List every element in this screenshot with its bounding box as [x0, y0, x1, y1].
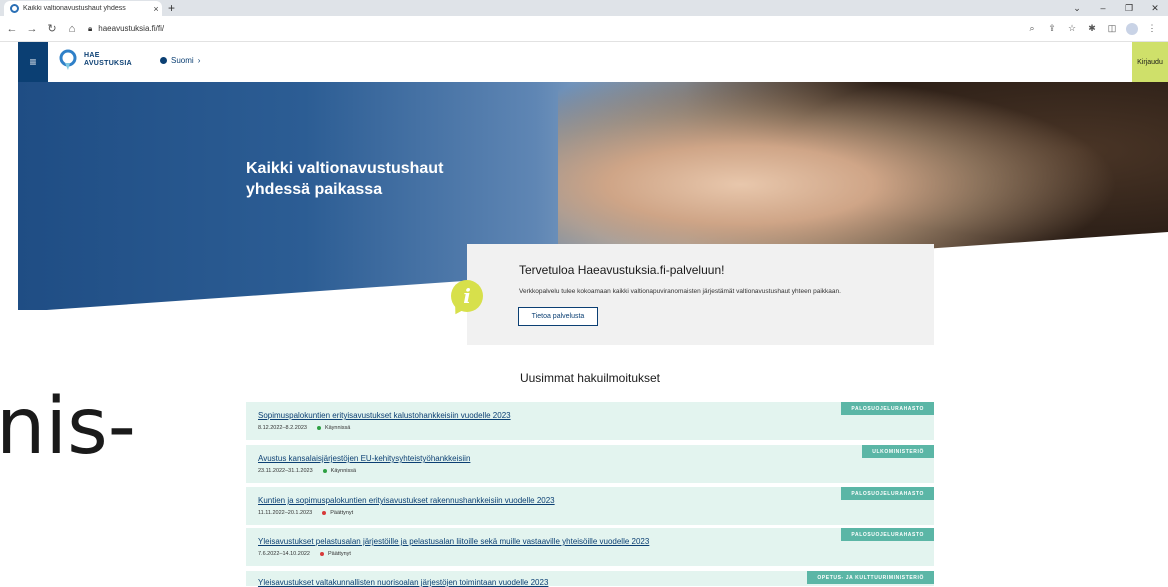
site-favicon-icon — [10, 4, 19, 13]
window-controls: ⌄ – ❐ ✕ — [1064, 0, 1168, 16]
organization-badge: OPETUS- JA KULTTUURIMINISTERIÖ — [807, 571, 934, 584]
listing-status: Käynnissä — [330, 468, 357, 474]
overlay-text: nis- — [0, 382, 136, 472]
organization-badge: PALOSUOJELURAHASTO — [841, 402, 934, 415]
organization-badge: PALOSUOJELURAHASTO — [841, 487, 934, 500]
extensions-icon[interactable]: ✱ — [1082, 23, 1102, 34]
logo-text: HAE AVUSTUKSIA — [84, 52, 132, 67]
close-window-button[interactable]: ✕ — [1142, 0, 1168, 16]
listing-dates: 23.11.2022–31.1.2023 — [258, 468, 313, 474]
tab-close-icon[interactable]: × — [150, 4, 162, 14]
status-dot-icon — [320, 552, 324, 556]
left-margin — [0, 42, 18, 586]
listing-meta: 7.6.2022–14.10.2022 Päättynyt — [258, 551, 351, 557]
listing-link[interactable]: Kuntien ja sopimuspalokuntien erityisavu… — [258, 496, 555, 505]
chevron-right-icon: › — [197, 56, 201, 65]
about-service-button[interactable]: Tietoa palvelusta — [518, 307, 598, 326]
status-dot-icon — [322, 511, 327, 515]
address-url: haeavustuksia.fi/fi/ — [98, 24, 165, 33]
logo-mark-icon — [59, 49, 77, 70]
listing-status: Päättynyt — [330, 510, 354, 516]
hero-title: Kaikki valtionavustushaut yhdessä paikas… — [246, 160, 444, 198]
language-selector[interactable]: Suomi › — [160, 56, 200, 65]
listing-dates: 8.12.2022–8.2.2023 — [258, 425, 307, 431]
listing-link[interactable]: Avustus kansalaisjärjestöjen EU-kehitysy… — [258, 454, 470, 463]
lock-icon: 🔒︎ — [88, 23, 93, 33]
address-bar[interactable]: 🔒︎ haeavustuksia.fi/fi/ — [88, 19, 164, 38]
reload-icon[interactable]: ↻ — [44, 22, 60, 35]
list-item: Avustus kansalaisjärjestöjen EU-kehitysy… — [246, 445, 934, 483]
hamburger-menu-button[interactable]: ≡ — [18, 42, 48, 82]
browser-tabstrip: Kaikki valtionavustushaut yhdess × + ⌄ –… — [0, 0, 1168, 16]
site-header: ≡ HAE AVUSTUKSIA Suomi › Kirjaudu — [18, 42, 1168, 82]
listing-link[interactable]: Sopimuspalokuntien erityisavustukset kal… — [258, 411, 511, 420]
organization-badge: PALOSUOJELURAHASTO — [841, 528, 934, 541]
tab-search-icon[interactable]: ⌄ — [1064, 0, 1090, 16]
listing-status: Päättynyt — [328, 551, 351, 557]
listing-meta: 23.11.2022–31.1.2023 Käynnissä — [258, 468, 356, 474]
organization-badge: ULKOMINISTERIÖ — [862, 445, 934, 458]
list-item: Yleisavustukset pelastusalan järjestöill… — [246, 528, 934, 566]
listing-dates: 7.6.2022–14.10.2022 — [258, 551, 310, 557]
list-item: Yleisavustukset valtakunnallisten nuoris… — [246, 571, 934, 587]
forward-arrow-icon[interactable]: → — [24, 23, 40, 35]
bookmark-star-icon[interactable]: ☆ — [1062, 23, 1082, 34]
zoom-icon[interactable]: ⌕ — [1022, 23, 1042, 34]
side-panel-icon[interactable]: ◫ — [1102, 23, 1122, 34]
browser-tab[interactable]: Kaikki valtionavustushaut yhdess × — [4, 1, 162, 16]
listing-meta: 8.12.2022–8.2.2023 Käynnissä — [258, 425, 350, 431]
tab-title: Kaikki valtionavustushaut yhdess — [23, 5, 126, 12]
status-dot-icon — [316, 426, 321, 430]
globe-icon — [160, 57, 167, 64]
listing-meta: 11.11.2022–20.1.2023 Päättynyt — [258, 510, 353, 516]
profile-avatar-icon[interactable] — [1126, 22, 1138, 35]
welcome-title: Tervetuloa Haeavustuksia.fi-palveluun! — [519, 263, 725, 277]
home-icon[interactable]: ⌂ — [64, 23, 80, 35]
listing-link[interactable]: Yleisavustukset pelastusalan järjestöill… — [258, 537, 649, 546]
login-button[interactable]: Kirjaudu — [1132, 42, 1168, 82]
minimize-button[interactable]: – — [1090, 0, 1116, 16]
listing-status: Käynnissä — [324, 425, 351, 431]
browser-toolbar: ← → ↻ ⌂ 🔒︎ haeavustuksia.fi/fi/ ⌕ ⇪ ☆ ✱ … — [0, 16, 1168, 42]
list-item: Kuntien ja sopimuspalokuntien erityisavu… — [246, 487, 934, 525]
info-icon: i — [451, 280, 483, 312]
browser-menu-icon[interactable]: ⋮ — [1142, 23, 1162, 34]
language-label: Suomi — [171, 56, 194, 65]
welcome-text: Verkkopalvelu tulee kokoamaan kaikki val… — [519, 288, 841, 295]
toolbar-actions: ⌕ ⇪ ☆ ✱ ◫ ⋮ — [1022, 16, 1162, 41]
listing-dates: 11.11.2022–20.1.2023 — [258, 510, 313, 516]
listings-title: Uusimmat hakuilmoitukset — [519, 371, 661, 385]
back-arrow-icon[interactable]: ← — [4, 23, 20, 35]
share-icon[interactable]: ⇪ — [1042, 23, 1062, 34]
restore-button[interactable]: ❐ — [1116, 0, 1142, 16]
site-logo[interactable]: HAE AVUSTUKSIA — [58, 49, 132, 71]
new-tab-button[interactable]: + — [168, 0, 175, 16]
list-item: Sopimuspalokuntien erityisavustukset kal… — [246, 402, 934, 440]
status-dot-icon — [322, 469, 327, 473]
